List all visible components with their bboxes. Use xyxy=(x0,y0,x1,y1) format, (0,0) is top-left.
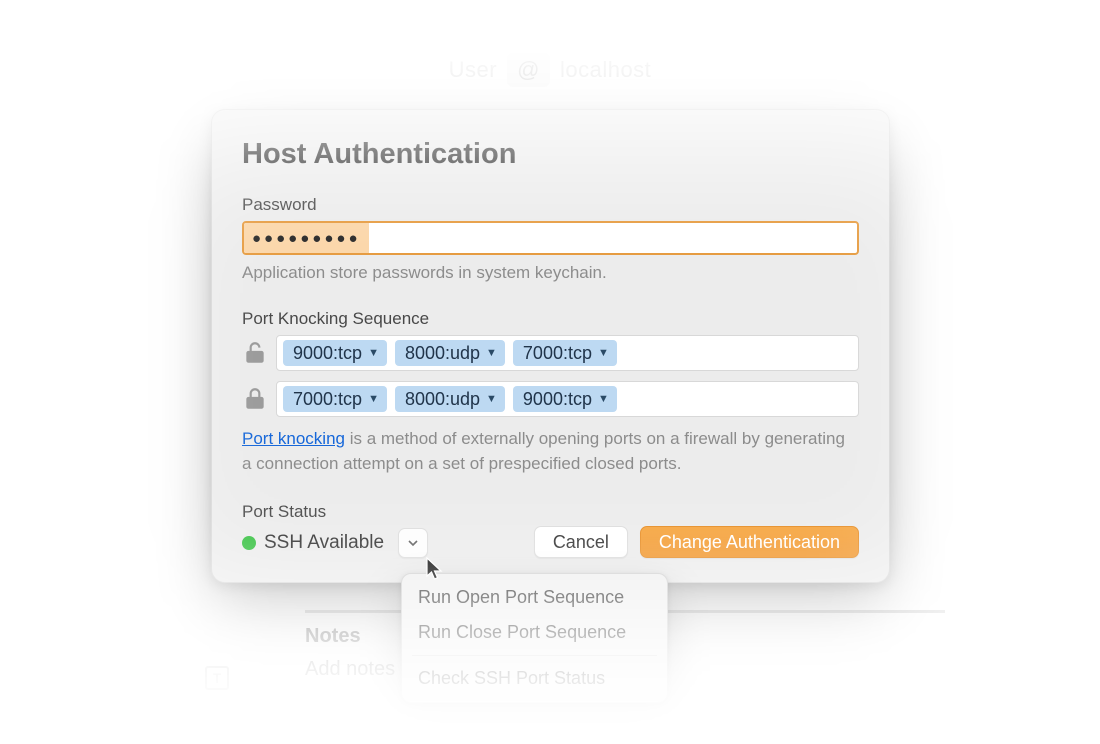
at-separator: @ xyxy=(507,53,550,87)
close-sequence-input[interactable]: 7000:tcp▼ 8000:udp▼ 9000:tcp▼ xyxy=(276,381,859,417)
chevron-down-icon: ▼ xyxy=(486,347,497,359)
port-knocking-link[interactable]: Port knocking xyxy=(242,429,345,448)
lock-open-icon xyxy=(242,340,268,366)
open-seq-tag-3[interactable]: 7000:tcp▼ xyxy=(513,340,617,366)
host-placeholder: localhost xyxy=(560,57,651,83)
close-seq-tag-2[interactable]: 8000:udp▼ xyxy=(395,386,505,412)
user-placeholder: User xyxy=(449,57,497,83)
change-authentication-button[interactable]: Change Authentication xyxy=(640,526,859,558)
menu-item-run-open[interactable]: Run Open Port Sequence xyxy=(402,580,667,615)
close-seq-tag-1[interactable]: 7000:tcp▼ xyxy=(283,386,387,412)
menu-item-run-close[interactable]: Run Close Port Sequence xyxy=(402,615,667,650)
menu-separator xyxy=(412,655,657,656)
password-input[interactable]: ●●●●●●●●● xyxy=(242,221,859,255)
chevron-down-icon: ▼ xyxy=(486,393,497,405)
host-authentication-dialog: Host Authentication Password ●●●●●●●●● A… xyxy=(211,109,890,583)
port-status-label: Port Status xyxy=(242,502,534,522)
chevron-down-icon: ▼ xyxy=(598,347,609,359)
port-knocking-description: Port knocking is a method of externally … xyxy=(242,427,859,476)
port-knocking-label: Port Knocking Sequence xyxy=(242,309,859,329)
status-indicator-icon xyxy=(242,536,256,550)
open-seq-tag-2[interactable]: 8000:udp▼ xyxy=(395,340,505,366)
lock-closed-icon xyxy=(242,386,268,412)
open-sequence-row: 9000:tcp▼ 8000:udp▼ 7000:tcp▼ xyxy=(242,335,859,371)
port-status-value: SSH Available xyxy=(264,532,384,554)
close-seq-tag-3[interactable]: 9000:tcp▼ xyxy=(513,386,617,412)
chevron-down-icon xyxy=(407,537,419,549)
port-status-menu-button[interactable] xyxy=(398,528,428,558)
close-sequence-row: 7000:tcp▼ 8000:udp▼ 9000:tcp▼ xyxy=(242,381,859,417)
cancel-button[interactable]: Cancel xyxy=(534,526,628,558)
open-seq-tag-1[interactable]: 9000:tcp▼ xyxy=(283,340,387,366)
menu-item-check-ssh[interactable]: Check SSH Port Status xyxy=(402,661,667,696)
open-sequence-input[interactable]: 9000:tcp▼ 8000:udp▼ 7000:tcp▼ xyxy=(276,335,859,371)
chevron-down-icon: ▼ xyxy=(368,347,379,359)
password-label: Password xyxy=(242,195,859,215)
chevron-down-icon: ▼ xyxy=(598,393,609,405)
background-connection-header: User @ localhost xyxy=(150,40,950,100)
port-status-menu: Run Open Port Sequence Run Close Port Se… xyxy=(401,573,668,703)
text-note-icon: T xyxy=(205,666,229,690)
password-masked-value: ●●●●●●●●● xyxy=(244,223,369,253)
chevron-down-icon: ▼ xyxy=(368,393,379,405)
dialog-title: Host Authentication xyxy=(242,138,859,171)
password-hint: Application store passwords in system ke… xyxy=(242,263,859,283)
